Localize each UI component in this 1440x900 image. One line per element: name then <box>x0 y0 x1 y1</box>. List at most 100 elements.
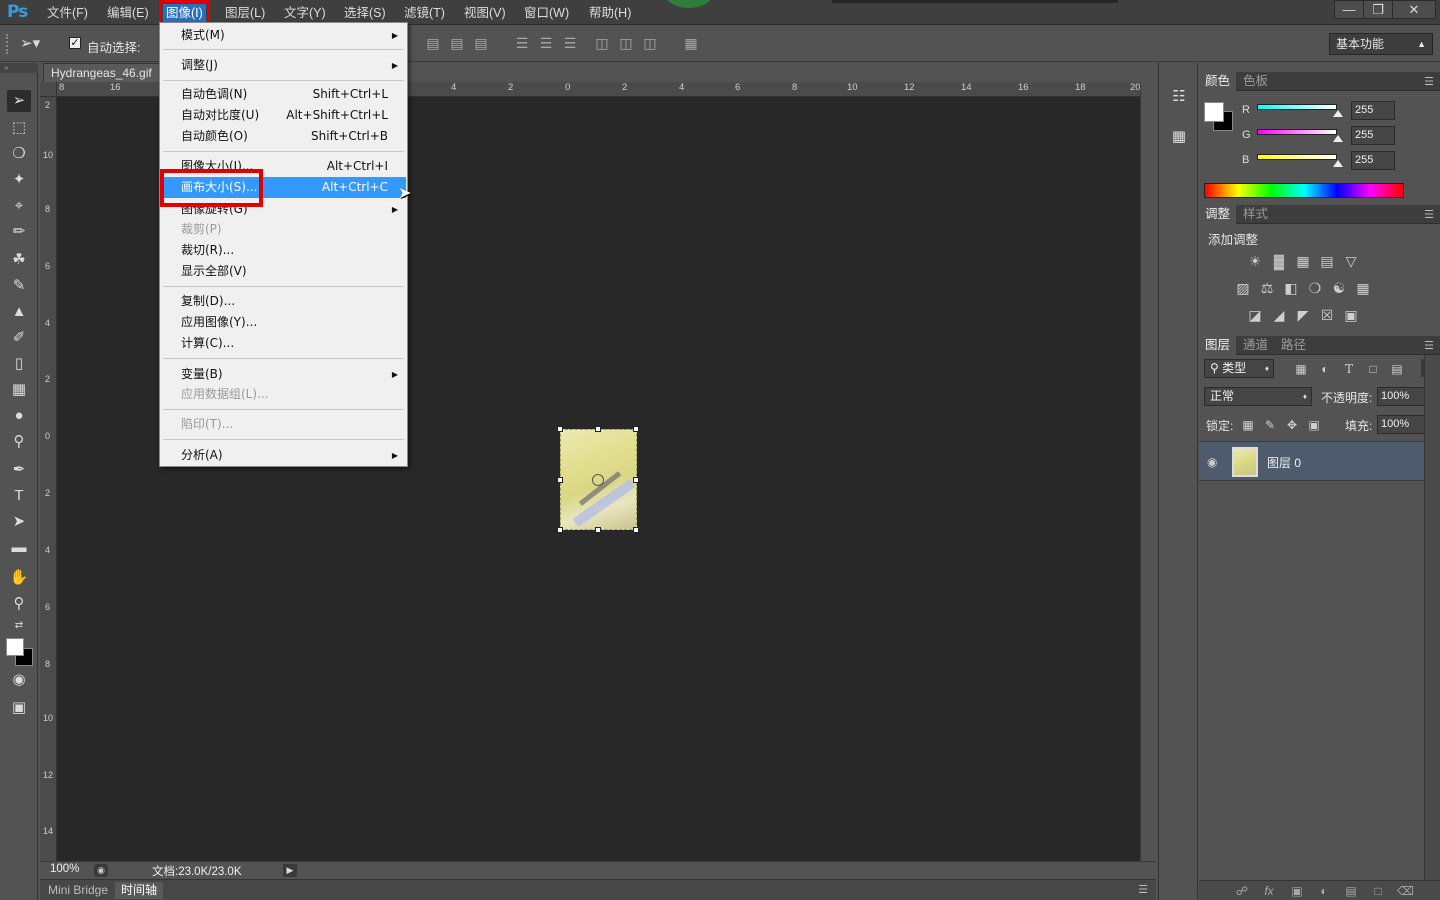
menu-help[interactable]: 帮助(H) <box>586 4 634 22</box>
menu-item-reveal-all[interactable]: 显示全部(V) <box>161 261 406 282</box>
lock-position-icon[interactable]: ✥ <box>1285 418 1299 432</box>
filter-smart-object-icon[interactable]: ▤ <box>1389 361 1405 377</box>
menu-item-crop[interactable]: 裁剪(P) <box>161 219 406 240</box>
move-tool-preset-icon[interactable]: ➢▾ <box>20 34 40 52</box>
transform-handle[interactable] <box>557 477 563 483</box>
transform-handle[interactable] <box>595 426 601 432</box>
menu-view[interactable]: 视图(V) <box>461 4 509 22</box>
auto-align-icon[interactable]: ▦ <box>683 35 699 51</box>
levels-icon[interactable]: ▓ <box>1270 253 1288 269</box>
tab-swatches[interactable]: 色板 <box>1237 72 1274 91</box>
layers-scrollbar[interactable] <box>1424 355 1440 880</box>
tab-styles[interactable]: 样式 <box>1237 205 1274 224</box>
swap-colors-icon[interactable]: ⇄ <box>7 615 31 637</box>
channel-mixer-icon[interactable]: ☯ <box>1330 280 1348 296</box>
new-layer-icon[interactable]: □ <box>1370 883 1386 899</box>
menu-type[interactable]: 文字(Y) <box>281 4 329 22</box>
zoom-tool-icon[interactable]: ⚲ <box>7 593 31 615</box>
type-tool-icon[interactable]: T <box>7 485 31 507</box>
menu-item-calculations[interactable]: 计算(C)... <box>161 333 406 354</box>
slider-thumb-r[interactable] <box>1333 110 1343 117</box>
value-g[interactable]: 255 <box>1351 126 1395 145</box>
menu-file[interactable]: 文件(F) <box>44 4 91 22</box>
lock-all-icon[interactable]: ▣ <box>1307 418 1321 432</box>
filter-adjustment-icon[interactable]: ◐ <box>1317 361 1333 377</box>
menu-window[interactable]: 窗口(W) <box>521 4 572 22</box>
status-info-icon[interactable]: ◉ <box>94 864 108 877</box>
transform-handle[interactable] <box>557 426 563 432</box>
filter-shape-icon[interactable]: □ <box>1365 361 1381 377</box>
tab-paths[interactable]: 路径 <box>1275 336 1312 355</box>
align-vcenter-icon[interactable]: ▤ <box>449 35 465 51</box>
quick-mask-icon[interactable]: ◉ <box>7 669 31 691</box>
blur-tool-icon[interactable]: ● <box>7 405 31 427</box>
distribute-vcenter-icon[interactable]: ☰ <box>538 35 554 51</box>
menu-item-auto-color[interactable]: 自动颜色(O) Shift+Ctrl+B <box>161 126 406 147</box>
color-balance-icon[interactable]: ⚖ <box>1258 280 1276 296</box>
panel-menu-icon[interactable]: ☰ <box>1424 339 1434 352</box>
workspace-select[interactable]: 基本功能 ▲ <box>1329 33 1433 55</box>
layer-style-icon[interactable]: fx <box>1261 883 1277 899</box>
color-lookup-icon[interactable]: ▦ <box>1354 280 1372 296</box>
menu-layer[interactable]: 图层(L) <box>222 4 268 22</box>
screen-mode-icon[interactable]: ▣ <box>7 697 31 719</box>
new-adjustment-icon[interactable]: ◐ <box>1316 883 1332 899</box>
blend-mode-select[interactable]: 正常 ♦ <box>1204 387 1312 406</box>
crop-tool-icon[interactable]: ⌖ <box>7 195 31 217</box>
menu-item-trim[interactable]: 裁切(R)... <box>161 240 406 261</box>
menu-item-mode[interactable]: 模式(M) ▶ <box>161 25 406 46</box>
gradient-icon[interactable]: ▣ <box>1342 307 1360 323</box>
path-selection-tool-icon[interactable]: ➤ <box>7 511 31 533</box>
slider-thumb-g[interactable] <box>1333 135 1343 142</box>
eye-icon[interactable]: ◉ <box>1207 455 1217 469</box>
transform-handle[interactable] <box>557 527 563 533</box>
layer-filter-select[interactable]: ⚲ 类型 ♦ <box>1204 359 1274 378</box>
menu-select[interactable]: 选择(S) <box>341 4 389 22</box>
dodge-tool-icon[interactable]: ⚲ <box>7 431 31 453</box>
tab-mini-bridge[interactable]: Mini Bridge <box>42 882 114 899</box>
slider-g[interactable] <box>1257 129 1337 135</box>
zoom-level[interactable]: 100% <box>50 863 79 875</box>
transform-handle[interactable] <box>595 527 601 533</box>
black-white-icon[interactable]: ◧ <box>1282 280 1300 296</box>
transform-center-icon[interactable] <box>592 474 604 486</box>
brightness-icon[interactable]: ☀ <box>1246 253 1264 269</box>
menu-item-auto-tone[interactable]: 自动色调(N) Shift+Ctrl+L <box>161 84 406 105</box>
posterize-icon[interactable]: ◢ <box>1270 307 1288 323</box>
slider-thumb-b[interactable] <box>1333 160 1343 167</box>
distribute-top-icon[interactable]: ☰ <box>514 35 530 51</box>
vertical-scrollbar[interactable] <box>1140 82 1156 861</box>
panel-menu-icon[interactable]: ☰ <box>1138 883 1148 896</box>
hand-tool-icon[interactable]: ✋ <box>7 567 31 589</box>
exposure-icon[interactable]: ▤ <box>1318 253 1336 269</box>
layer-row[interactable]: ◉ 图层 0 <box>1199 441 1424 481</box>
slider-r[interactable] <box>1257 104 1337 110</box>
history-brush-tool-icon[interactable]: ✐ <box>7 327 31 349</box>
tab-layers[interactable]: 图层 <box>1199 336 1237 355</box>
menu-edit[interactable]: 编辑(E) <box>104 4 152 22</box>
photo-filter-icon[interactable]: ❍ <box>1306 280 1324 296</box>
foreground-color-swatch[interactable] <box>6 638 24 656</box>
trash-icon[interactable]: ⌫ <box>1397 883 1414 899</box>
options-grip[interactable] <box>6 34 11 54</box>
close-icon[interactable]: ✕ <box>1392 0 1436 19</box>
slider-b[interactable] <box>1257 154 1337 160</box>
menu-item-variables[interactable]: 变量(B) ▶ <box>161 364 406 385</box>
brush-tool-icon[interactable]: ✎ <box>7 275 31 297</box>
clone-stamp-tool-icon[interactable]: ▲ <box>7 301 31 323</box>
menu-image[interactable]: 图像(I) <box>159 0 210 26</box>
filter-type-icon[interactable]: T <box>1341 361 1357 377</box>
transform-handle[interactable] <box>633 527 639 533</box>
transform-handle[interactable] <box>633 477 639 483</box>
vibrance-icon[interactable]: ▨ <box>1234 280 1252 296</box>
restore-icon[interactable]: ❐ <box>1363 0 1393 19</box>
menu-item-duplicate[interactable]: 复制(D)... <box>161 291 406 312</box>
magic-wand-tool-icon[interactable]: ✦ <box>7 169 31 191</box>
panel-menu-icon[interactable]: ☰ <box>1424 75 1434 88</box>
status-menu-arrow-icon[interactable]: ▶ <box>283 864 297 877</box>
gradient-tool-icon[interactable]: ▦ <box>7 379 31 401</box>
align-top-icon[interactable]: ▤ <box>425 35 441 51</box>
distribute-bottom-icon[interactable]: ☰ <box>562 35 578 51</box>
filter-pixel-icon[interactable]: ▦ <box>1293 361 1309 377</box>
value-b[interactable]: 255 <box>1351 151 1395 170</box>
